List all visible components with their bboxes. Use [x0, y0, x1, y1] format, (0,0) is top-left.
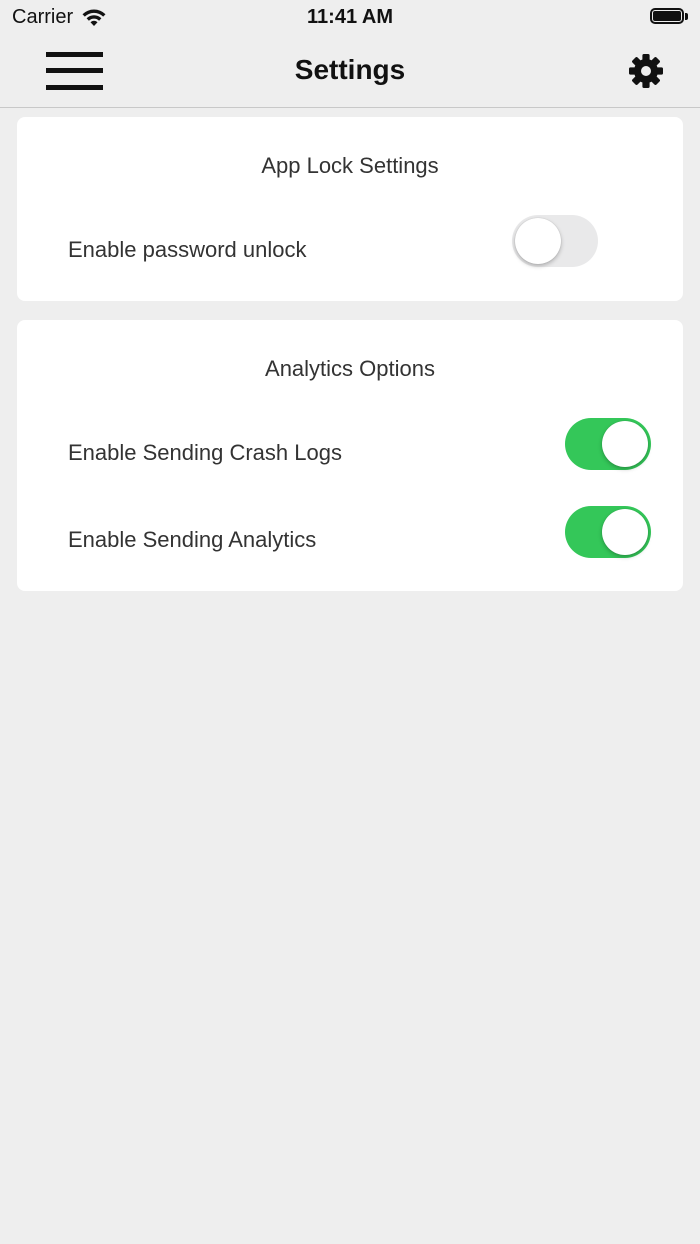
app-lock-title: App Lock Settings [261, 153, 439, 178]
crash-logs-label: Enable Sending Crash Logs [68, 440, 342, 465]
page-title: Settings [294, 54, 406, 85]
analytics-card: Analytics Options Enable Sending Crash L… [17, 320, 683, 591]
crash-logs-toggle[interactable] [565, 418, 651, 470]
battery-icon [650, 8, 690, 26]
send-analytics-toggle[interactable] [565, 506, 651, 558]
toggle-knob [515, 218, 561, 264]
gear-icon[interactable] [626, 51, 666, 91]
app-lock-card: App Lock Settings Enable password unlock [17, 117, 683, 301]
analytics-title: Analytics Options [265, 356, 435, 381]
toggle-knob [602, 509, 648, 555]
status-time: 11:41 AM [307, 6, 393, 28]
navigation-bar: Settings [0, 36, 700, 108]
password-unlock-label: Enable password unlock [68, 237, 307, 262]
password-unlock-toggle[interactable] [512, 215, 598, 267]
toggle-knob [602, 421, 648, 467]
send-analytics-label: Enable Sending Analytics [68, 527, 317, 552]
status-bar: Carrier 11:41 AM [0, 0, 700, 36]
